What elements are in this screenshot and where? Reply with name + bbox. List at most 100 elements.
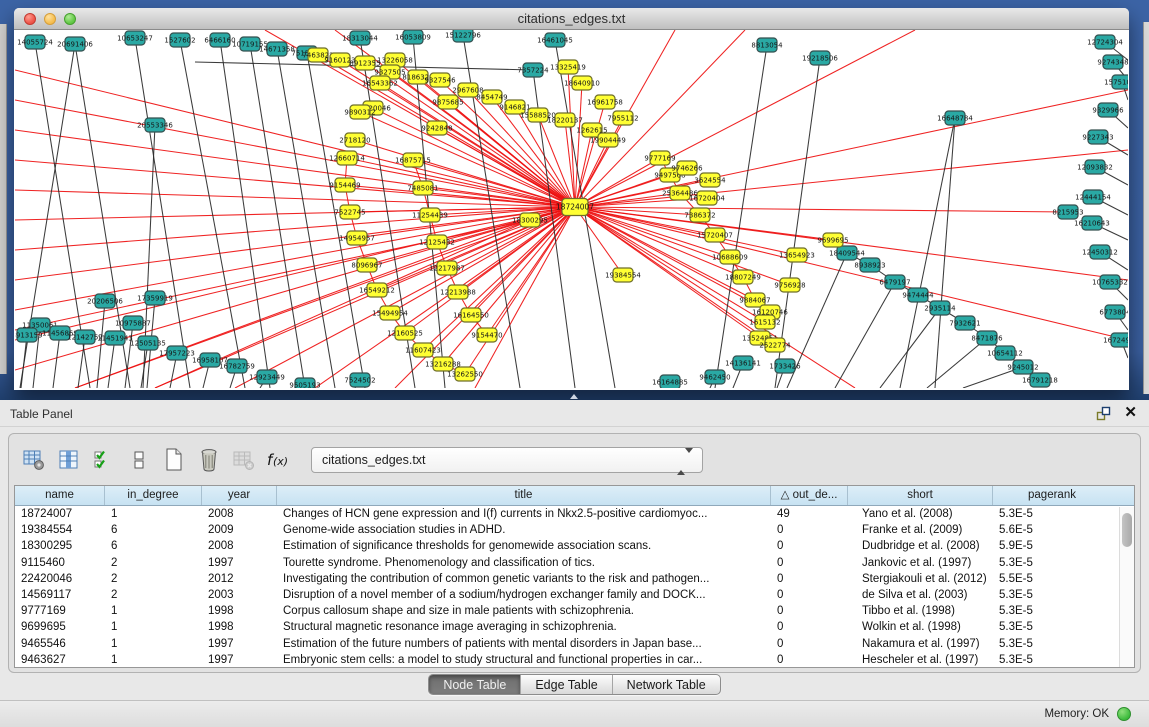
- graph-node[interactable]: 12660714: [329, 151, 365, 165]
- table-row[interactable]: 1456911722003Disruption of a novel membe…: [15, 587, 1134, 603]
- graph-node[interactable]: 9329966: [1092, 103, 1124, 117]
- graph-node[interactable]: 20553346: [137, 118, 173, 132]
- graph-edge[interactable]: [900, 118, 955, 388]
- graph-node[interactable]: 12093832: [1077, 160, 1113, 174]
- table-row[interactable]: 946362711997Embryonic stem cells: a mode…: [15, 652, 1134, 668]
- network-table-select[interactable]: citations_edges.txt: [311, 447, 703, 473]
- graph-node[interactable]: 16164885: [652, 375, 688, 388]
- graph-edge[interactable]: [78, 337, 85, 388]
- graph-edge[interactable]: [927, 338, 987, 388]
- scrollbar-thumb[interactable]: [1122, 513, 1132, 547]
- graph-node[interactable]: 9154470: [471, 328, 502, 342]
- graph-node[interactable]: 14055724: [17, 35, 53, 49]
- graph-node[interactable]: 13325419: [550, 60, 586, 74]
- graph-node[interactable]: 9242848: [421, 121, 452, 135]
- graph-node[interactable]: 9274348: [1097, 55, 1128, 69]
- graph-node[interactable]: 3624554: [694, 173, 726, 187]
- graph-node[interactable]: 15751074: [1104, 75, 1128, 89]
- graph-edge[interactable]: [180, 40, 245, 388]
- table-row[interactable]: 969969511998Structural magnetic resonanc…: [15, 619, 1134, 635]
- graph-edge[interactable]: [465, 207, 575, 374]
- function-builder-button[interactable]: f(x): [266, 446, 292, 474]
- graph-edge[interactable]: [75, 220, 530, 388]
- graph-node[interactable]: 9699695: [817, 233, 848, 247]
- graph-node[interactable]: 7932621: [949, 316, 980, 330]
- column-header[interactable]: year: [202, 486, 277, 505]
- row-height-button[interactable]: [126, 446, 152, 474]
- graph-node[interactable]: 20691406: [57, 37, 93, 51]
- close-panel-icon[interactable]: ✕: [1124, 404, 1137, 422]
- column-header[interactable]: in_degree: [105, 486, 202, 505]
- create-table-button[interactable]: [161, 446, 187, 474]
- graph-edge[interactable]: [15, 207, 575, 340]
- graph-edge[interactable]: [437, 128, 575, 207]
- table-row[interactable]: 1938455462009Genome-wide association stu…: [15, 522, 1134, 538]
- column-header[interactable]: short: [848, 486, 993, 505]
- graph-edge[interactable]: [575, 207, 1128, 340]
- graph-node[interactable]: 16875715: [395, 153, 431, 167]
- graph-node[interactable]: 7522745: [334, 205, 365, 219]
- graph-node[interactable]: 1733426: [769, 359, 801, 373]
- column-header[interactable]: pagerank: [993, 486, 1111, 505]
- graph-node[interactable]: 12923449: [249, 370, 285, 384]
- graph-node[interactable]: 16791218: [1022, 373, 1058, 387]
- graph-edge[interactable]: [125, 323, 133, 388]
- graph-node[interactable]: 18313044: [342, 31, 378, 45]
- graph-node[interactable]: 16053809: [395, 30, 431, 44]
- graph-node[interactable]: 9462450: [699, 370, 730, 384]
- graph-node[interactable]: 9777169: [644, 151, 675, 165]
- graph-edge[interactable]: [15, 207, 575, 370]
- table-row[interactable]: 2242004622012Investigating the contribut…: [15, 571, 1134, 587]
- toggle-columns-button[interactable]: [56, 446, 82, 474]
- graph-node[interactable]: 12724304: [1087, 35, 1123, 49]
- column-header[interactable]: title: [277, 486, 771, 505]
- select-rows-button[interactable]: [91, 446, 117, 474]
- graph-node[interactable]: 8813054: [751, 38, 783, 52]
- table-row[interactable]: 977716911998Corpus callosum shape and si…: [15, 603, 1134, 619]
- graph-node[interactable]: 18409544: [829, 246, 865, 260]
- graph-node[interactable]: 16461045: [537, 33, 573, 47]
- delete-table-button[interactable]: [196, 446, 222, 474]
- graph-node[interactable]: 14136141: [725, 356, 761, 370]
- graph-edge[interactable]: [250, 44, 305, 388]
- window-titlebar[interactable]: citations_edges.txt: [14, 8, 1129, 30]
- graph-edge[interactable]: [935, 118, 955, 388]
- network-canvas[interactable]: 14055724 20691406 10653247 1527602 6466160 10…: [15, 30, 1128, 388]
- graph-node[interactable]: 9505193: [289, 378, 320, 388]
- graph-edge[interactable]: [835, 282, 895, 388]
- graph-node[interactable]: 8215953: [1052, 205, 1083, 219]
- table-row[interactable]: 1872400712008Changes of HCN gene express…: [15, 506, 1134, 522]
- graph-node[interactable]: 7524502: [344, 373, 375, 387]
- graph-node[interactable]: 1527602: [164, 33, 195, 47]
- graph-node[interactable]: 7386372: [684, 208, 715, 222]
- table-row[interactable]: 1830029562008Estimation of significance …: [15, 538, 1134, 554]
- graph-node[interactable]: 2718120: [339, 133, 370, 147]
- graph-edge[interactable]: [277, 49, 335, 388]
- graph-node[interactable]: 9474444: [902, 288, 934, 302]
- table-row[interactable]: 911546021997Tourette syndrome. Phenomeno…: [15, 555, 1134, 571]
- graph-edge[interactable]: [21, 335, 27, 388]
- graph-edge[interactable]: [395, 207, 575, 388]
- graph-node[interactable]: 16210643: [1074, 216, 1110, 230]
- tab-edge-table[interactable]: Edge Table: [520, 675, 611, 694]
- graph-edge[interactable]: [307, 53, 365, 388]
- graph-node[interactable]: 9154469: [329, 178, 360, 192]
- graph-node[interactable]: 6466160: [204, 33, 235, 47]
- graph-node[interactable]: 2935114: [924, 301, 956, 315]
- graph-edge[interactable]: [235, 207, 575, 388]
- table-settings-button[interactable]: [21, 446, 47, 474]
- graph-node[interactable]: 16164550: [453, 308, 489, 322]
- graph-node[interactable]: 12505135: [130, 336, 166, 350]
- graph-node[interactable]: 7955112: [607, 111, 638, 125]
- delete-table-disabled-button[interactable]: [231, 446, 257, 474]
- graph-edge[interactable]: [15, 160, 575, 207]
- graph-node[interactable]: 10688609: [712, 250, 748, 264]
- table-row[interactable]: 946554611997Estimation of the future num…: [15, 636, 1134, 652]
- graph-node[interactable]: 16648784: [937, 111, 973, 125]
- graph-node[interactable]: 12444154: [1075, 190, 1111, 204]
- tab-node-table[interactable]: Node Table: [429, 675, 520, 694]
- graph-node[interactable]: 15122796: [445, 30, 481, 42]
- graph-node[interactable]: 12160525: [387, 326, 423, 340]
- graph-edge[interactable]: [53, 333, 60, 388]
- graph-node[interactable]: 10653247: [117, 31, 153, 45]
